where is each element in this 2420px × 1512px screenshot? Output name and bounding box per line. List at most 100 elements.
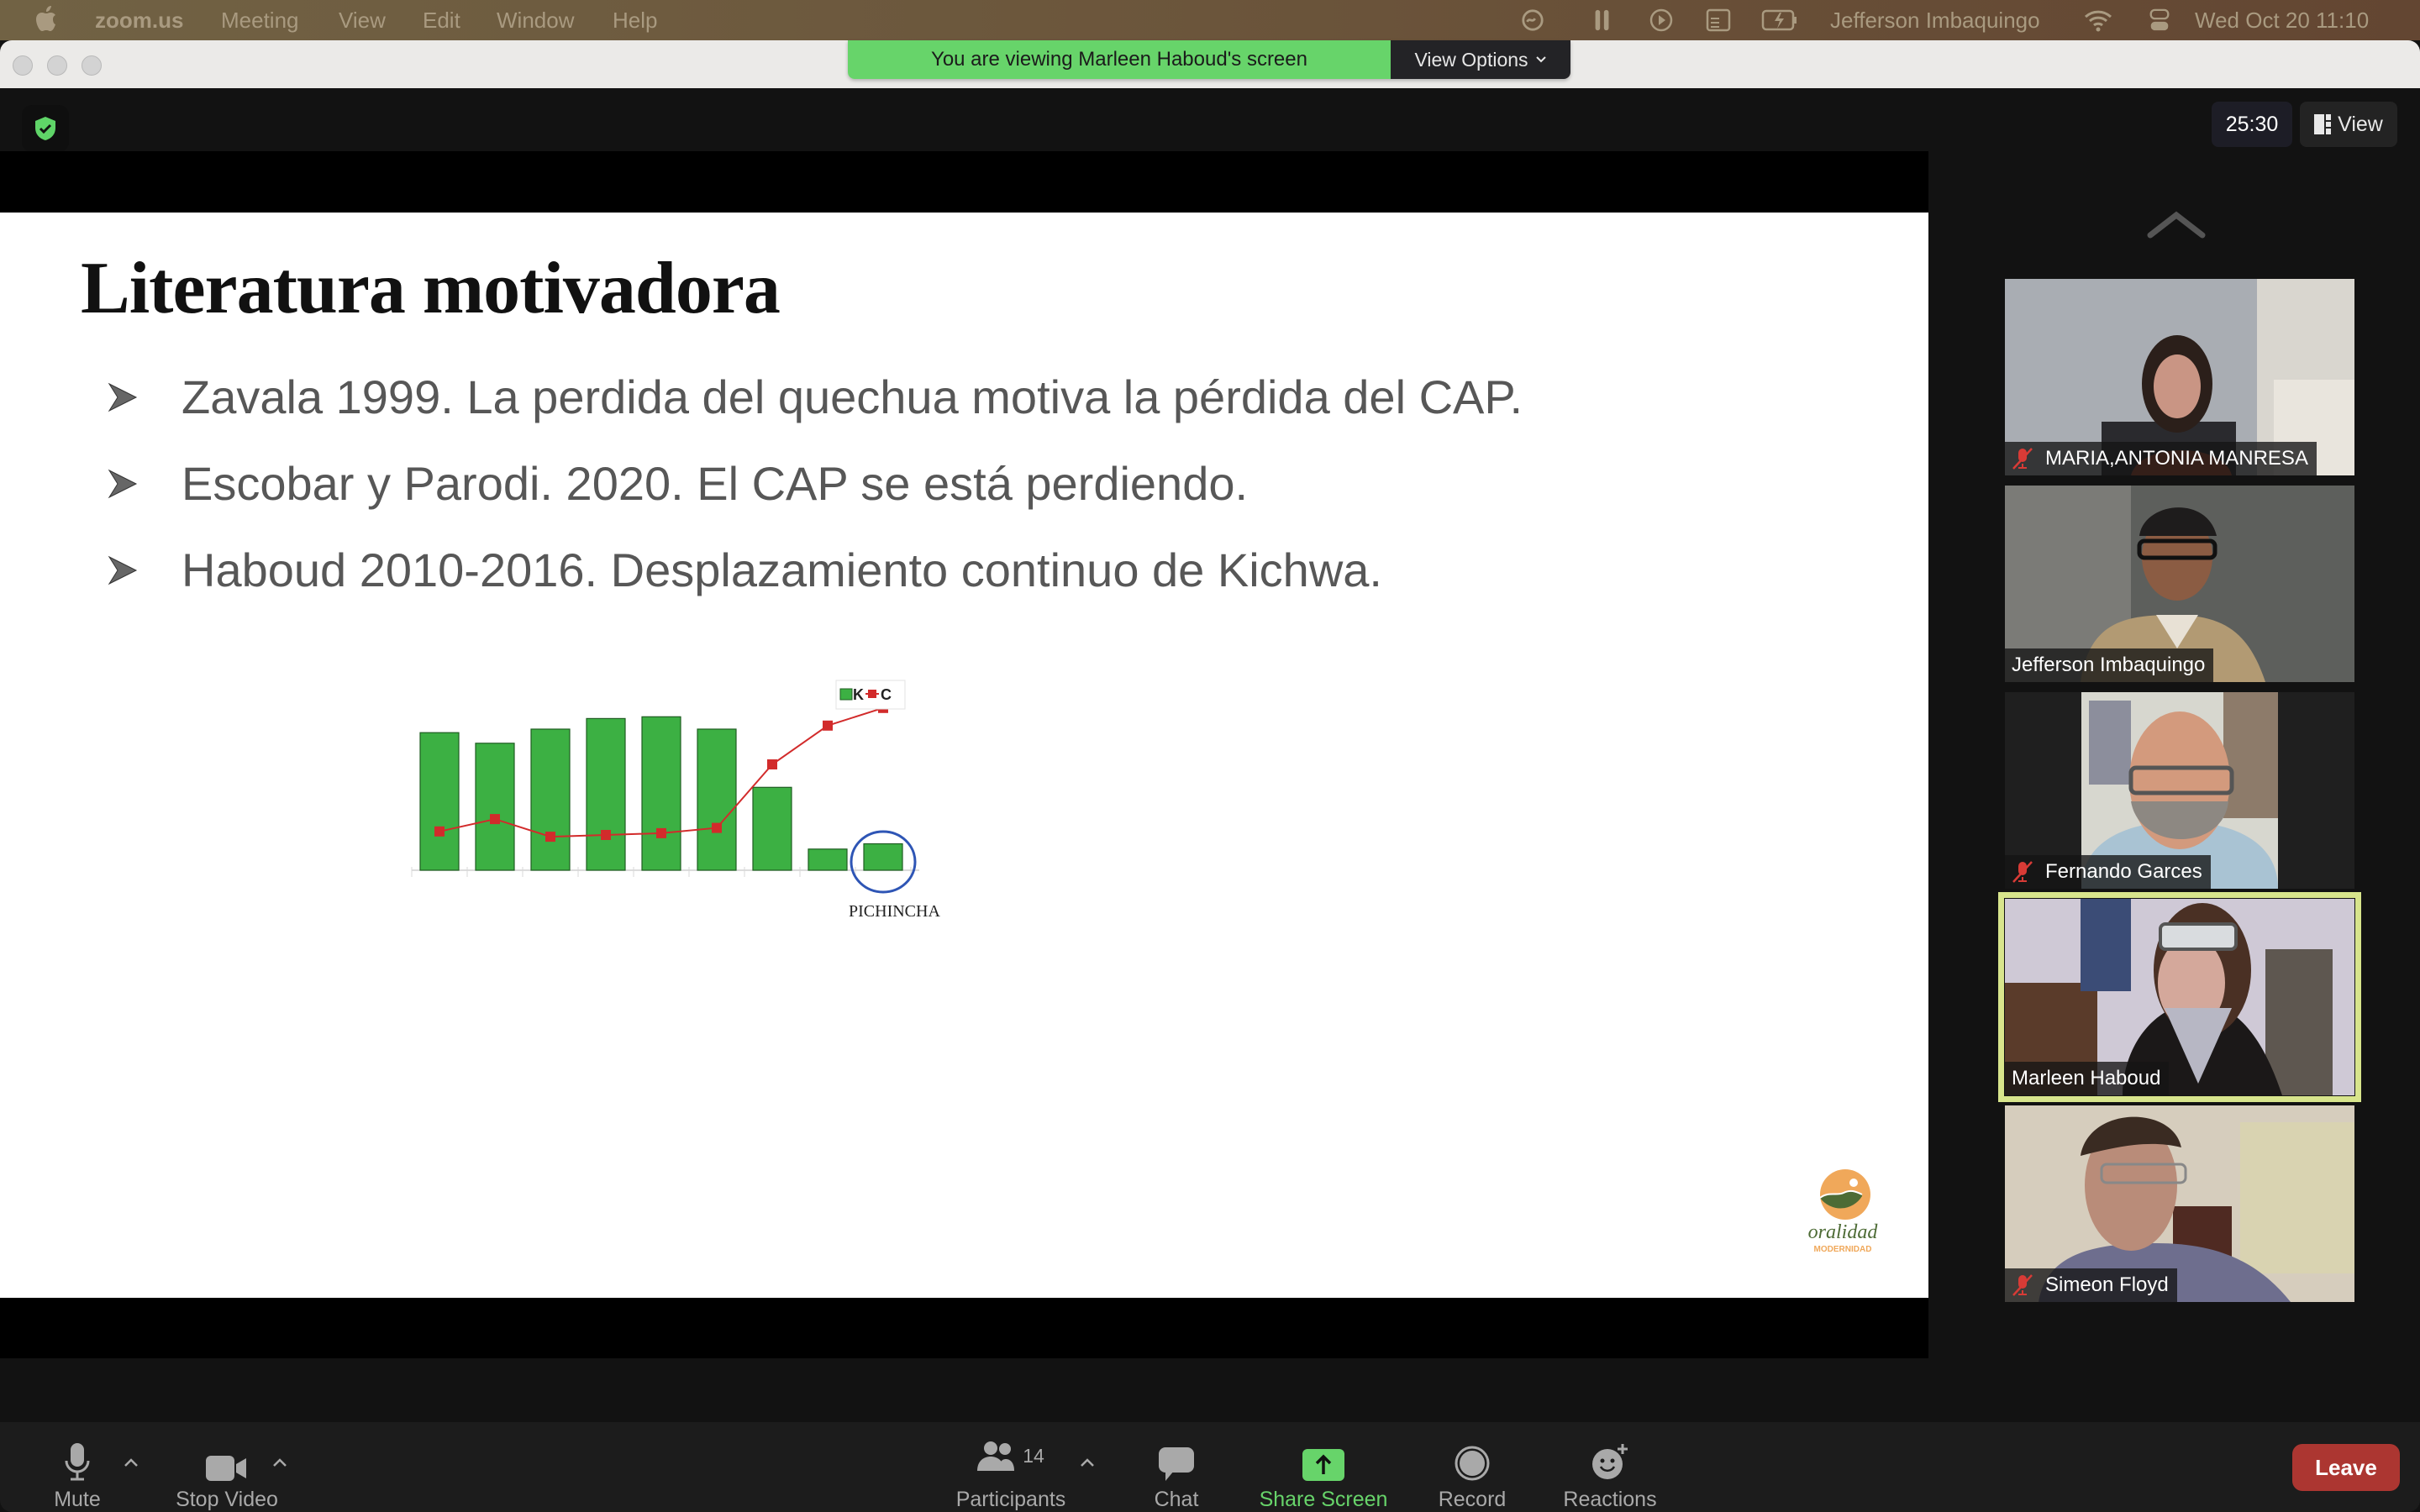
keyboard-viewer-icon[interactable]	[1706, 8, 1731, 32]
arrow-bullet-icon	[108, 555, 138, 585]
stop-video-label: Stop Video	[176, 1488, 278, 1511]
participant-name-tag: MARIA,ANTONIA MANRESA	[2005, 442, 2317, 475]
chart-bars	[419, 716, 903, 871]
macos-menu-bar: zoom.us Meeting View Edit Window Help Je…	[0, 0, 2420, 40]
arrow-bullet-icon	[108, 469, 138, 498]
security-button[interactable]	[22, 105, 69, 152]
bar-K-8	[808, 848, 848, 871]
menu-app-name[interactable]: zoom.us	[95, 8, 183, 34]
bullet-text: Zavala 1999. La perdida del quechua moti…	[182, 370, 1523, 423]
participants-label: Participants	[955, 1488, 1066, 1511]
bullet-text: Escobar y Parodi. 2020. El CAP se está p…	[182, 457, 1249, 510]
chat-button[interactable]: Chat	[1143, 1422, 1210, 1512]
play-icon[interactable]	[1649, 8, 1673, 32]
participants-options-caret-icon[interactable]	[1079, 1457, 1096, 1467]
participant-tile-active-speaker[interactable]: Marleen Haboud	[1998, 892, 2361, 1102]
reactions-label: Reactions	[1563, 1488, 1657, 1511]
legend-c-marker	[868, 690, 876, 698]
stop-video-button[interactable]: Stop Video	[168, 1422, 286, 1512]
point-C-7	[767, 759, 777, 769]
kichwa-castellano-chart: K C PICHINCHA	[411, 680, 940, 921]
view-label: View	[2338, 112, 2383, 136]
participant-name: Marleen Haboud	[2012, 1067, 2161, 1089]
point-C-4	[601, 830, 611, 840]
bar-K-4	[586, 717, 626, 871]
microphone-icon	[65, 1443, 90, 1481]
share-screen-label: Share Screen	[1259, 1488, 1388, 1511]
share-screen-icon	[1302, 1449, 1344, 1481]
chat-label: Chat	[1154, 1488, 1199, 1511]
point-C-2	[490, 814, 500, 825]
airpods-icon[interactable]	[1593, 8, 1612, 32]
menu-help[interactable]: Help	[613, 8, 657, 34]
control-center-icon[interactable]	[2148, 8, 2171, 32]
creative-cloud-icon[interactable]	[1520, 8, 1545, 32]
chevron-down-icon	[1535, 56, 1546, 63]
reactions-emoji-icon	[1592, 1444, 1628, 1479]
participant-name: Fernando Garces	[2045, 860, 2202, 883]
menu-user-name[interactable]: Jefferson Imbaquingo	[1830, 8, 2040, 34]
mute-label: Mute	[54, 1488, 101, 1511]
menu-meeting[interactable]: Meeting	[221, 8, 299, 34]
record-label: Record	[1438, 1488, 1507, 1511]
oralidad-modernidad-logo: oralidad MODERNIDAD	[1808, 1169, 1879, 1254]
bullet-text: Haboud 2010-2016. Desplazamiento continu…	[182, 543, 1382, 596]
point-C-6	[712, 822, 722, 833]
logo-name: oralidad	[1808, 1221, 1879, 1243]
logo-subtitle: MODERNIDAD	[1814, 1245, 1872, 1254]
meeting-timer: 25:30	[2212, 102, 2292, 147]
bar-K-7	[752, 786, 792, 871]
apple-logo-icon[interactable]	[35, 5, 57, 32]
record-button[interactable]: Record	[1428, 1422, 1516, 1512]
bar-K-5	[641, 716, 681, 871]
menu-window[interactable]: Window	[497, 8, 574, 34]
wifi-icon[interactable]	[2084, 8, 2112, 32]
pichincha-label: PICHINCHA	[849, 902, 940, 921]
screen-share-banner: You are viewing Marleen Haboud's screen …	[848, 40, 1570, 79]
leave-meeting-button[interactable]: Leave	[2292, 1444, 2400, 1491]
bar-K-PICHINCHA	[863, 843, 903, 871]
meeting-controls-toolbar: Mute Stop Video 14 Participants Chat Sha…	[0, 1422, 2420, 1512]
participant-tile[interactable]: Simeon Floyd	[2005, 1105, 2354, 1302]
window-close-button[interactable]	[13, 55, 33, 76]
point-C-1	[434, 826, 445, 837]
menu-view[interactable]: View	[339, 8, 386, 34]
menu-edit[interactable]: Edit	[423, 8, 460, 34]
share-screen-button[interactable]: Share Screen	[1252, 1422, 1395, 1512]
presentation-slide: Literatura motivadora Zavala 1999. La pe…	[0, 213, 1928, 1298]
participant-tile[interactable]: Jefferson Imbaquingo	[2005, 486, 2354, 682]
point-C-8	[823, 720, 833, 731]
participant-name-tag: Simeon Floyd	[2005, 1268, 2177, 1302]
window-minimize-button[interactable]	[47, 55, 67, 76]
window-zoom-button[interactable]	[82, 55, 102, 76]
slide-bullet: Escobar y Parodi. 2020. El CAP se está p…	[106, 456, 1248, 511]
video-options-caret-icon[interactable]	[271, 1457, 288, 1467]
view-layout-button[interactable]: View	[2300, 102, 2397, 147]
meeting-top-bar	[0, 88, 2420, 152]
audio-options-caret-icon[interactable]	[123, 1457, 139, 1467]
mute-button[interactable]: Mute	[42, 1422, 113, 1512]
shared-screen: Literatura motivadora Zavala 1999. La pe…	[0, 151, 1928, 1358]
participant-tile[interactable]: Fernando Garces	[2005, 692, 2354, 889]
participant-name-tag: Jefferson Imbaquingo	[2005, 648, 2214, 682]
reactions-button[interactable]: Reactions	[1560, 1422, 1660, 1512]
muted-mic-icon	[2012, 448, 2033, 470]
participants-count: 14	[1023, 1444, 1044, 1467]
participant-name-tag: Marleen Haboud	[2005, 1062, 2170, 1095]
point-C-3	[545, 832, 555, 843]
gallery-scroll-up-button[interactable]	[2145, 210, 2207, 240]
muted-mic-icon	[2012, 1274, 2033, 1296]
battery-charging-icon	[1761, 9, 1797, 31]
gallery-layout-icon	[2314, 114, 2332, 134]
bar-K-3	[530, 728, 571, 871]
participant-name: MARIA,ANTONIA MANRESA	[2045, 447, 2308, 470]
participants-button[interactable]: 14 Participants	[950, 1422, 1072, 1512]
menu-clock[interactable]: Wed Oct 20 11:10	[2195, 8, 2369, 34]
participant-tile[interactable]: MARIA,ANTONIA MANRESA	[2005, 279, 2354, 475]
view-options-label: View Options	[1414, 48, 1528, 71]
slide-title: Literatura motivadora	[81, 248, 781, 329]
participant-name: Simeon Floyd	[2045, 1273, 2169, 1296]
share-banner-message: You are viewing Marleen Haboud's screen	[848, 40, 1391, 79]
view-options-button[interactable]: View Options	[1391, 40, 1570, 79]
participants-icon	[977, 1441, 1015, 1471]
